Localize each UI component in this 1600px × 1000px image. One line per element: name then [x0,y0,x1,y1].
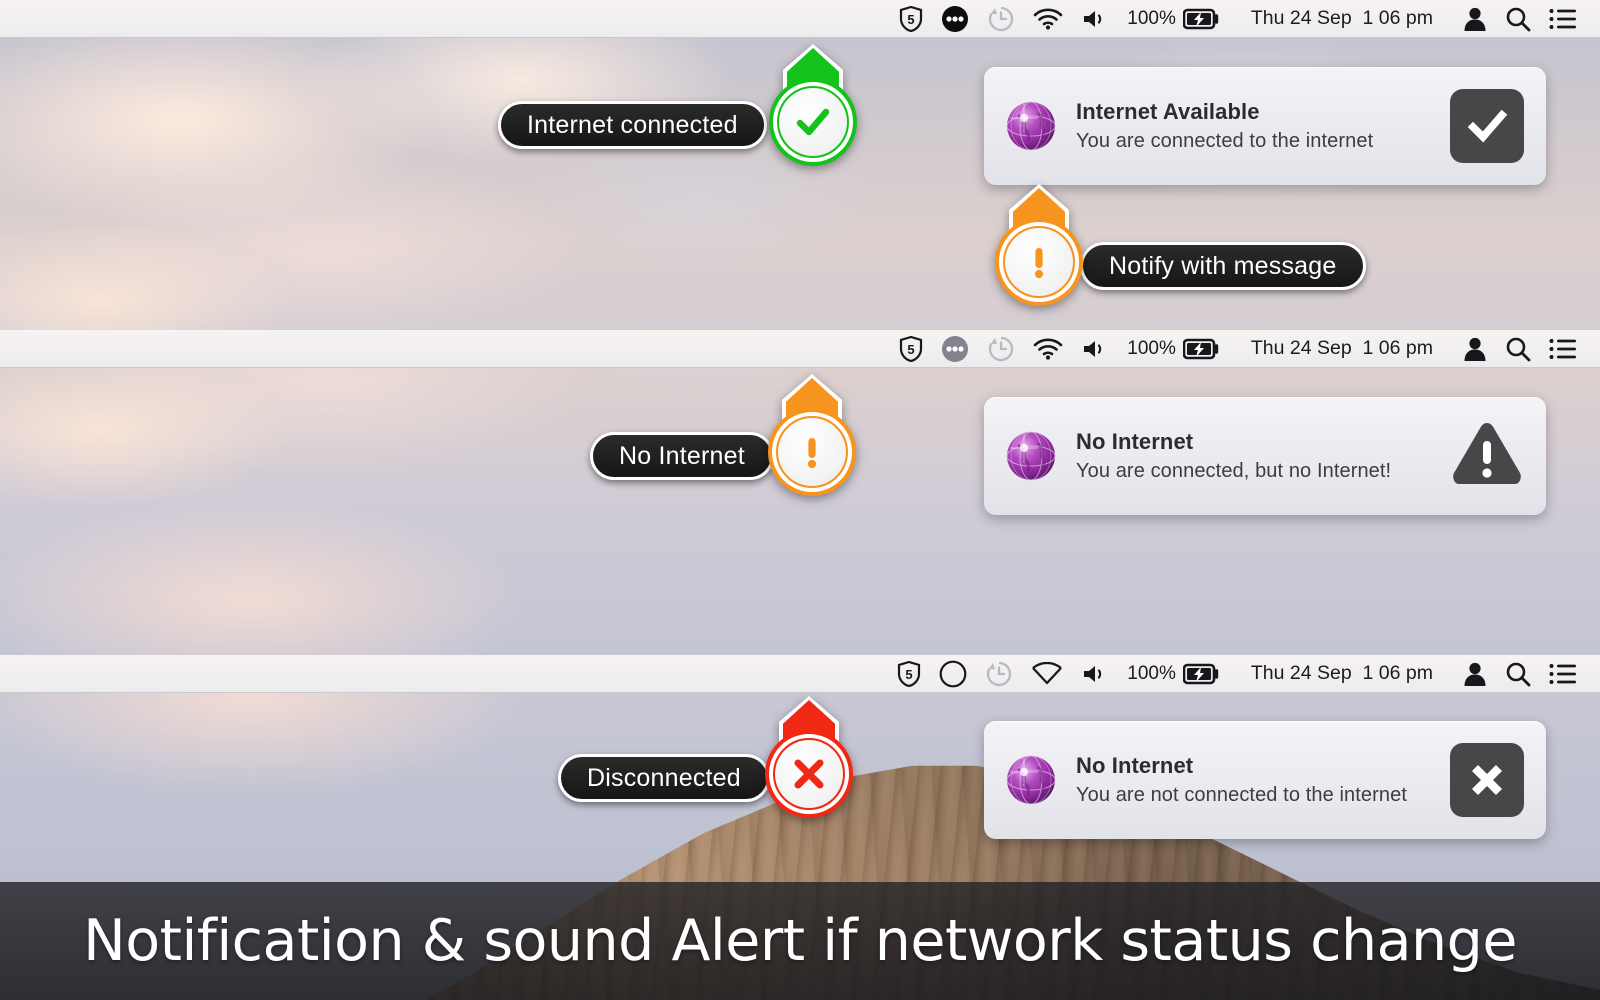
dots-circle-icon[interactable] [932,330,978,368]
notification-action[interactable] [1450,419,1524,493]
svg-text:5: 5 [906,667,913,682]
menu-bar-2: 5 100% Thu 24 Sep 1 06 pm [0,330,1600,368]
notification-internet-available[interactable]: Internet Available You are connected to … [984,67,1546,185]
wifi-off-icon[interactable] [1022,655,1072,693]
volume-icon[interactable] [1072,655,1118,693]
battery-charging-icon[interactable] [1182,330,1230,368]
search-icon[interactable] [1496,330,1540,368]
menu-bar-1: 5 100% Thu 24 Sep 1 06 pm [0,0,1600,38]
notification-title: No Internet [1076,429,1194,454]
notification-disconnected[interactable]: No Internet You are not connected to the… [984,721,1546,839]
user-icon[interactable] [1454,0,1496,38]
notification-no-internet[interactable]: No Internet You are connected, but no In… [984,397,1546,515]
exclamation-icon [778,418,846,486]
menubar-clock[interactable]: Thu 24 Sep 1 06 pm [1230,0,1454,38]
globe-icon [1004,429,1058,483]
tooltip-disconnected: Disconnected [558,754,770,802]
wifi-icon[interactable] [1024,330,1072,368]
time-machine-icon[interactable] [978,0,1024,38]
check-icon [779,88,847,156]
status-badge-no-internet [765,374,859,496]
time-machine-icon[interactable] [978,330,1024,368]
tooltip-no-internet: No Internet [590,432,774,480]
menubar-clock[interactable]: Thu 24 Sep 1 06 pm [1230,330,1454,368]
svg-text:5: 5 [908,342,915,357]
tooltip-notify-with-message: Notify with message [1080,242,1366,290]
notification-message: You are connected, but no Internet! [1076,460,1392,482]
time-machine-icon[interactable] [976,655,1022,693]
battery-charging-icon[interactable] [1182,0,1230,38]
search-icon[interactable] [1496,655,1540,693]
caption-text: Notification & sound Alert if network st… [83,908,1517,974]
section-no-internet: 5 100% Thu 24 Sep 1 06 pm No Internet No… [0,330,1600,655]
svg-text:5: 5 [908,12,915,27]
battery-percent[interactable]: 100% [1118,330,1183,368]
notification-center-icon[interactable] [1540,330,1586,368]
globe-icon [1004,753,1058,807]
search-icon[interactable] [1496,0,1540,38]
user-icon[interactable] [1454,655,1496,693]
notification-center-icon[interactable] [1540,0,1586,38]
notification-title: No Internet [1076,753,1194,778]
wifi-icon[interactable] [1024,0,1072,38]
cross-icon [775,740,843,808]
volume-icon[interactable] [1072,0,1118,38]
status-badge-connected [766,44,860,166]
empty-circle-icon[interactable] [930,655,976,693]
user-icon[interactable] [1454,330,1496,368]
battery-percent[interactable]: 100% [1118,0,1183,38]
caption-bar: Notification & sound Alert if network st… [0,882,1600,1000]
status-badge-disconnected [762,696,856,818]
shield-5-icon[interactable]: 5 [888,655,930,693]
exclamation-icon [1005,228,1073,296]
tooltip-internet-connected: Internet connected [498,101,767,149]
shield-5-icon[interactable]: 5 [890,330,932,368]
volume-icon[interactable] [1072,330,1118,368]
globe-icon [1004,99,1058,153]
checkmark-icon[interactable] [1450,89,1524,163]
section-internet-connected: 5 100% Thu 24 Sep 1 06 pm Internet conne… [0,0,1600,330]
notification-action[interactable] [1450,743,1524,817]
dots-circle-icon[interactable] [932,0,978,38]
menubar-clock[interactable]: Thu 24 Sep 1 06 pm [1230,655,1454,693]
battery-percent[interactable]: 100% [1118,655,1183,693]
notification-center-icon[interactable] [1540,655,1586,693]
cross-icon[interactable] [1450,743,1524,817]
menu-bar-3: 5 100% Thu 24 Sep 1 06 pm [0,655,1600,693]
notification-title: Internet Available [1076,99,1260,124]
status-badge-notify [992,184,1086,306]
warning-triangle-icon[interactable] [1449,419,1525,494]
battery-charging-icon[interactable] [1182,655,1230,693]
notification-message: You are not connected to the internet [1076,784,1407,806]
shield-5-icon[interactable]: 5 [890,0,932,38]
notification-message: You are connected to the internet [1076,130,1374,152]
notification-action[interactable] [1450,89,1524,163]
